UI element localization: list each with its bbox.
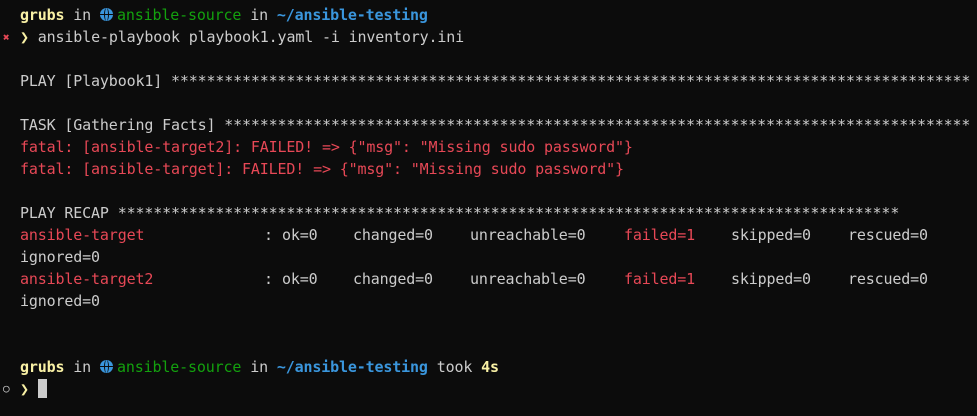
recap-row: ansible-target2 : ok=0 changed=0 unreach… [20, 268, 977, 290]
recap-skipped: skipped=0 [731, 270, 811, 288]
prompt-directory: ~/ansible-testing [276, 358, 428, 376]
text-cursor [38, 379, 47, 398]
recap-row: ansible-target : ok=0 changed=0 unreacha… [20, 224, 977, 246]
fatal-line: fatal: [ansible-target2]: FAILED! => {"m… [20, 138, 633, 156]
recap-unreachable: unreachable=0 [470, 226, 586, 244]
prompt-took-text: took [436, 358, 473, 376]
recap-ignored: ignored=0 [20, 292, 100, 310]
prompt-directory: ~/ansible-testing [276, 6, 428, 24]
recap-host: ansible-target [20, 226, 145, 244]
prompt-repo: ansible-source [116, 358, 242, 376]
input-line[interactable]: ❯ [20, 378, 38, 400]
prompt-arrow-icon: ❯ [20, 380, 29, 398]
recap-unreachable: unreachable=0 [470, 270, 586, 288]
recap-host: ansible-target2 [20, 270, 154, 288]
command-text: ansible-playbook playbook1.yaml -i inven… [37, 28, 465, 46]
prompt-in-text: in [250, 358, 268, 376]
recap-failed: failed=1 [624, 226, 696, 244]
recap-rescued: rescued=0 [848, 226, 928, 244]
terminal-window[interactable]: grubs in ansible-source in ~/ansible-tes… [0, 0, 977, 416]
prompt-in-text: in [250, 6, 268, 24]
globe-icon [99, 8, 113, 21]
prompt-line: grubs in ansible-source in ~/ansible-tes… [20, 356, 499, 378]
recap-ok: ok=0 [282, 226, 318, 244]
recap-skipped: skipped=0 [731, 226, 811, 244]
command-line: ❯ ansible-playbook playbook1.yaml -i inv… [20, 26, 464, 48]
prompt-user: grubs [20, 358, 65, 376]
recap-separator: : [264, 226, 273, 244]
prompt-in-text: in [73, 6, 92, 24]
error-status-icon: ✖ [3, 31, 10, 44]
play-header: PLAY [Playbook1] ***********************… [20, 72, 971, 90]
prompt-in-text: in [73, 358, 92, 376]
idle-status-icon: ○ [3, 382, 10, 395]
prompt-repo: ansible-source [116, 6, 242, 24]
recap-changed: changed=0 [353, 270, 433, 288]
recap-separator: : [264, 270, 273, 288]
recap-failed: failed=1 [624, 270, 696, 288]
prompt-user: grubs [20, 6, 65, 24]
task-header: TASK [Gathering Facts] *****************… [20, 116, 971, 134]
recap-ok: ok=0 [282, 270, 318, 288]
prompt-line: grubs in ansible-source in ~/ansible-tes… [20, 4, 428, 26]
recap-header: PLAY RECAP *****************************… [20, 204, 900, 222]
recap-rescued: rescued=0 [848, 270, 928, 288]
prompt-duration: 4s [481, 358, 499, 376]
prompt-arrow-icon: ❯ [20, 28, 29, 46]
recap-ignored: ignored=0 [20, 248, 100, 266]
recap-changed: changed=0 [353, 226, 433, 244]
fatal-line: fatal: [ansible-target]: FAILED! => {"ms… [20, 160, 624, 178]
globe-icon [99, 360, 113, 373]
